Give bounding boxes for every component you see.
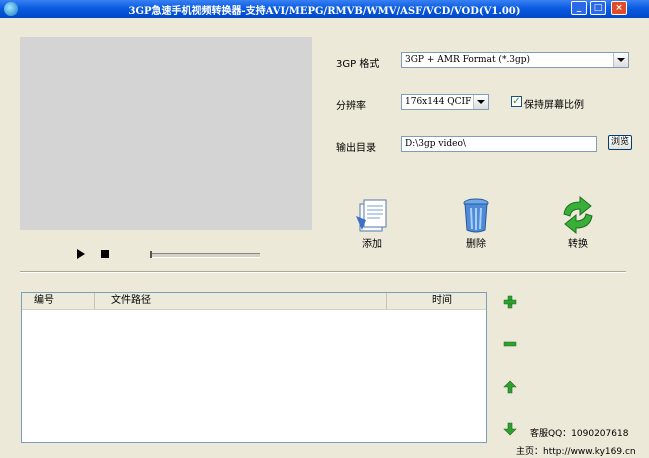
checkmark-icon: ✓ (512, 96, 521, 107)
maximize-button[interactable]: □ (590, 1, 606, 15)
keep-ratio-checkbox[interactable]: ✓ (511, 96, 522, 107)
delete-label: 删除 (466, 239, 486, 250)
minimize-button[interactable]: _ (571, 1, 587, 15)
output-label: 输出目录 (336, 143, 376, 154)
arrow-up-icon[interactable] (503, 380, 517, 394)
column-header-path[interactable]: 文件路径 (95, 293, 387, 309)
window-title: 3GP急速手机视频转换器-支持AVI/MEPG/RMVB/WMV/ASF/VCD… (128, 6, 521, 17)
play-icon[interactable] (77, 249, 85, 259)
file-list[interactable]: 编号 文件路径 时间 (21, 292, 487, 443)
arrow-down-icon[interactable] (503, 422, 517, 436)
convert-arrows-icon (563, 196, 593, 234)
stop-icon[interactable] (101, 250, 109, 258)
column-header-time[interactable]: 时间 (387, 293, 486, 309)
close-button[interactable]: × (611, 1, 627, 15)
homepage-link[interactable]: 主页：http://www.ky169.cn (516, 444, 636, 457)
minus-icon[interactable] (503, 337, 517, 351)
delete-button[interactable]: 删除 (446, 196, 506, 250)
browse-button[interactable]: 浏览 (608, 135, 632, 150)
resolution-select-value: 176x144 QCIF (405, 97, 472, 107)
format-select[interactable]: 3GP + AMR Format (*.3gp) (401, 52, 629, 68)
add-label: 添加 (362, 239, 382, 250)
format-select-value: 3GP + AMR Format (*.3gp) (405, 55, 531, 65)
seek-slider-thumb[interactable] (150, 251, 152, 258)
maximize-icon: □ (593, 3, 603, 13)
add-files-icon (356, 199, 387, 232)
minimize-icon: _ (576, 3, 582, 13)
plus-icon[interactable] (503, 295, 517, 309)
format-label: 3GP 格式 (336, 59, 380, 70)
chevron-down-icon[interactable] (613, 53, 628, 67)
resolution-label: 分辨率 (336, 101, 366, 112)
app-window: 3GP急速手机视频转换器-支持AVI/MEPG/RMVB/WMV/ASF/VCD… (0, 0, 649, 458)
trash-icon (463, 198, 489, 233)
divider (20, 271, 626, 273)
convert-button[interactable]: 转换 (548, 196, 608, 250)
close-icon: × (615, 3, 623, 13)
output-path-input[interactable]: D:\3gp video\ (401, 136, 597, 152)
add-button[interactable]: 添加 (342, 196, 402, 250)
support-qq-text: 客服QQ：1090207618 (530, 429, 629, 439)
resolution-select[interactable]: 176x144 QCIF (401, 94, 489, 110)
video-preview (20, 37, 312, 230)
column-header-id[interactable]: 编号 (22, 293, 95, 309)
convert-label: 转换 (568, 239, 588, 250)
keep-ratio-label: 保持屏幕比例 (524, 100, 584, 111)
file-list-header: 编号 文件路径 时间 (22, 293, 486, 310)
seek-slider[interactable] (150, 251, 260, 258)
title-bar[interactable]: 3GP急速手机视频转换器-支持AVI/MEPG/RMVB/WMV/ASF/VCD… (0, 0, 649, 18)
chevron-down-icon[interactable] (473, 95, 488, 109)
